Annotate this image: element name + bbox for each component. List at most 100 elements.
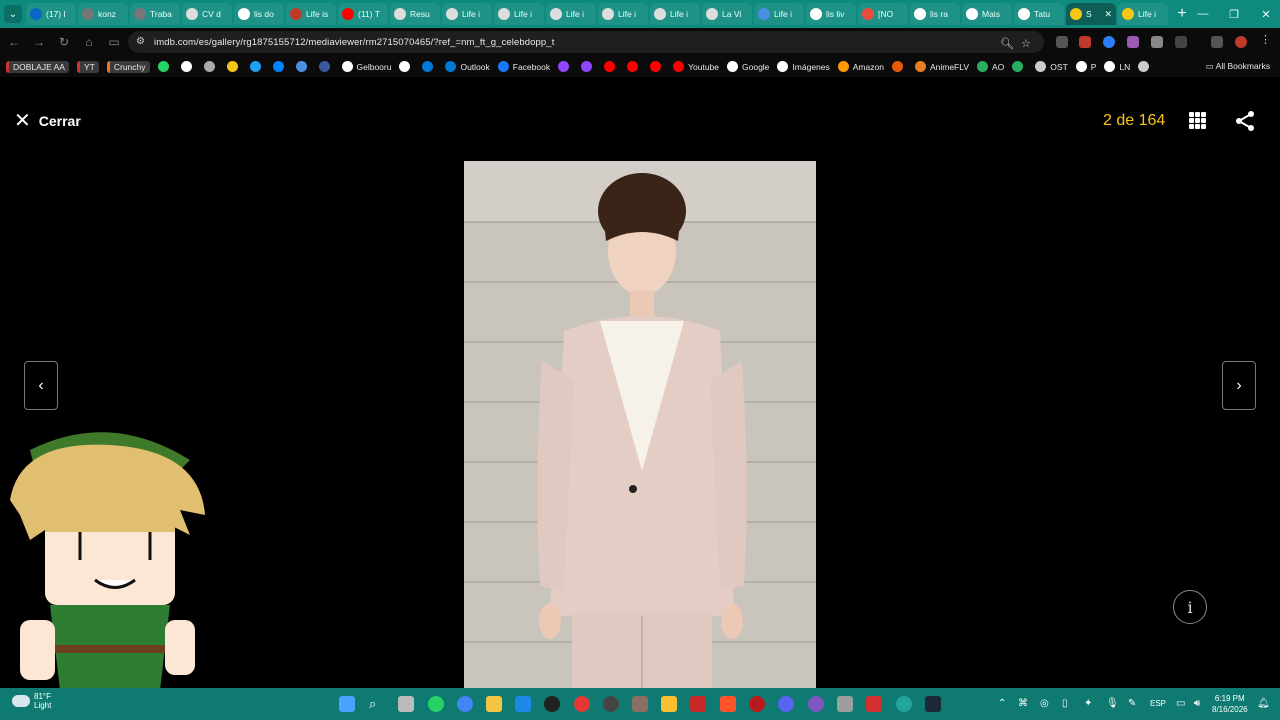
search-icon[interactable]: ⌕ <box>369 696 385 712</box>
bookmark-item[interactable] <box>422 61 437 72</box>
browser-tab[interactable]: konz <box>78 3 128 25</box>
bookmark-item[interactable] <box>891 61 907 72</box>
bookmark-item[interactable]: DOBLAJE AA <box>6 60 69 73</box>
browser-tab[interactable]: (11) T <box>338 3 388 25</box>
whatsapp-icon[interactable] <box>428 696 444 712</box>
bookmark-item[interactable]: LN <box>1104 61 1130 72</box>
browser-tab[interactable]: Tatu <box>1014 3 1064 25</box>
info-button[interactable]: i <box>1173 590 1207 624</box>
media-player-icon[interactable] <box>544 696 560 712</box>
bookmark-item[interactable] <box>249 61 265 72</box>
pen-icon[interactable]: ✎ <box>1128 698 1136 709</box>
bookmark-item[interactable]: YT <box>76 60 99 73</box>
bookmark-item[interactable]: P <box>1075 61 1096 72</box>
site-info-icon[interactable]: ⚙ <box>136 36 148 48</box>
start-icon[interactable] <box>339 696 355 712</box>
bookmark-item[interactable] <box>627 61 642 72</box>
bookmark-item[interactable]: Imágenes <box>777 61 830 72</box>
task-view-icon[interactable] <box>398 696 414 712</box>
extension-icon[interactable] <box>1151 36 1163 48</box>
previous-image-button[interactable]: ‹ <box>24 361 58 410</box>
zoom-icon[interactable]: 🔍︎ <box>1000 37 1014 50</box>
volume-icon[interactable]: 🔊︎ <box>1194 698 1200 709</box>
browser-tab[interactable]: S ✕ <box>1066 3 1116 25</box>
browser-tab[interactable]: lis do <box>234 3 284 25</box>
browser-tab[interactable]: Life i <box>650 3 700 25</box>
tab-close-icon[interactable]: ✕ <box>1104 9 1112 20</box>
bookmark-item[interactable] <box>203 61 219 72</box>
tray-icon[interactable]: ▯ <box>1062 698 1068 709</box>
all-bookmarks-button[interactable]: ▭ All Bookmarks <box>1206 61 1270 72</box>
browser-tab[interactable]: Life i <box>754 3 804 25</box>
bookmark-item[interactable] <box>272 61 288 72</box>
app-icon[interactable] <box>603 696 619 712</box>
brave-icon[interactable] <box>720 696 736 712</box>
tab-search-button[interactable]: ⌄ <box>4 5 22 23</box>
browser-tab[interactable]: Traba <box>130 3 180 25</box>
bookmark-item[interactable]: Gelbooru <box>341 61 391 72</box>
system-clock[interactable]: 6:19 PM 8/16/2026 <box>1212 693 1248 715</box>
bookmark-item[interactable]: OST <box>1035 61 1068 72</box>
bookmark-item[interactable] <box>650 61 665 72</box>
app-icon[interactable] <box>690 696 706 712</box>
extension-icon[interactable] <box>1127 36 1139 48</box>
language-indicator[interactable]: ESP <box>1150 699 1166 708</box>
notifications-icon[interactable]: 🔔︎ <box>1257 698 1270 709</box>
bookmark-item[interactable]: Amazon <box>837 61 884 72</box>
bookmark-item[interactable] <box>180 61 196 72</box>
browser-tab[interactable]: CV d <box>182 3 232 25</box>
bookmark-item[interactable] <box>295 61 311 72</box>
app-icon[interactable] <box>896 696 912 712</box>
bookmark-item[interactable]: Crunchy <box>106 60 150 73</box>
browser-tab[interactable]: [NO <box>858 3 908 25</box>
window-close-button[interactable]: ✕ <box>1250 0 1280 28</box>
network-icon[interactable]: ▭ <box>1176 698 1185 709</box>
app-icon[interactable] <box>661 696 677 712</box>
bookmark-item[interactable]: AO <box>977 61 1004 72</box>
extension-icon[interactable] <box>1079 36 1091 48</box>
bookmark-item[interactable]: Google <box>727 61 769 72</box>
tray-icon[interactable]: ⌘ <box>1018 698 1028 709</box>
share-icon[interactable] <box>1234 110 1256 132</box>
tray-overflow-icon[interactable]: ⌃ <box>998 698 1006 709</box>
bookmark-item[interactable] <box>318 61 334 72</box>
bookmark-item[interactable]: Facebook <box>497 61 550 72</box>
bookmark-item[interactable] <box>157 61 173 72</box>
next-image-button[interactable]: › <box>1222 361 1256 410</box>
tray-icon[interactable]: ◎ <box>1040 698 1049 709</box>
bookmark-item[interactable] <box>1138 61 1153 72</box>
maximize-button[interactable]: ❐ <box>1218 0 1250 28</box>
browser-tab[interactable]: Mais <box>962 3 1012 25</box>
browser-tab[interactable]: Life i <box>598 3 648 25</box>
back-button[interactable]: ← <box>3 31 25 53</box>
browser-tab[interactable]: (17) l <box>26 3 76 25</box>
browser-menu-icon[interactable]: ⋮ <box>1260 33 1272 46</box>
browser-tab[interactable]: lis liv <box>806 3 856 25</box>
browser-tab[interactable]: Life is <box>286 3 336 25</box>
profile-avatar[interactable] <box>1235 36 1247 48</box>
app-icon[interactable] <box>808 696 824 712</box>
bookmark-item[interactable] <box>581 61 596 72</box>
close-viewer-button[interactable]: ✕ Cerrar <box>14 111 81 131</box>
file-explorer-icon[interactable] <box>486 696 502 712</box>
extension-icon[interactable] <box>1103 36 1115 48</box>
side-panel-button[interactable]: ▭ <box>103 31 125 53</box>
microphone-icon[interactable]: 🎙︎ <box>1106 698 1119 709</box>
browser-tab[interactable]: Resu <box>390 3 440 25</box>
reload-button[interactable]: ↻ <box>53 31 75 53</box>
bookmark-item[interactable] <box>604 61 619 72</box>
browser-tab[interactable]: lis ra <box>910 3 960 25</box>
weather-widget[interactable]: 81°F Light <box>12 692 51 710</box>
gallery-photo[interactable] <box>464 161 816 688</box>
app-icon[interactable] <box>574 696 590 712</box>
browser-tab[interactable]: Life i <box>442 3 492 25</box>
app-icon[interactable] <box>866 696 882 712</box>
minimize-button[interactable]: — <box>1187 0 1219 28</box>
bookmark-item[interactable] <box>1012 61 1027 72</box>
extension-icon[interactable] <box>1056 36 1068 48</box>
calculator-icon[interactable] <box>837 696 853 712</box>
url-field[interactable]: ⚙ imdb.com/es/gallery/rg1875155712/media… <box>128 31 1044 53</box>
reading-list-icon[interactable] <box>1211 36 1223 48</box>
browser-tab[interactable]: Life i <box>546 3 596 25</box>
mail-icon[interactable] <box>515 696 531 712</box>
